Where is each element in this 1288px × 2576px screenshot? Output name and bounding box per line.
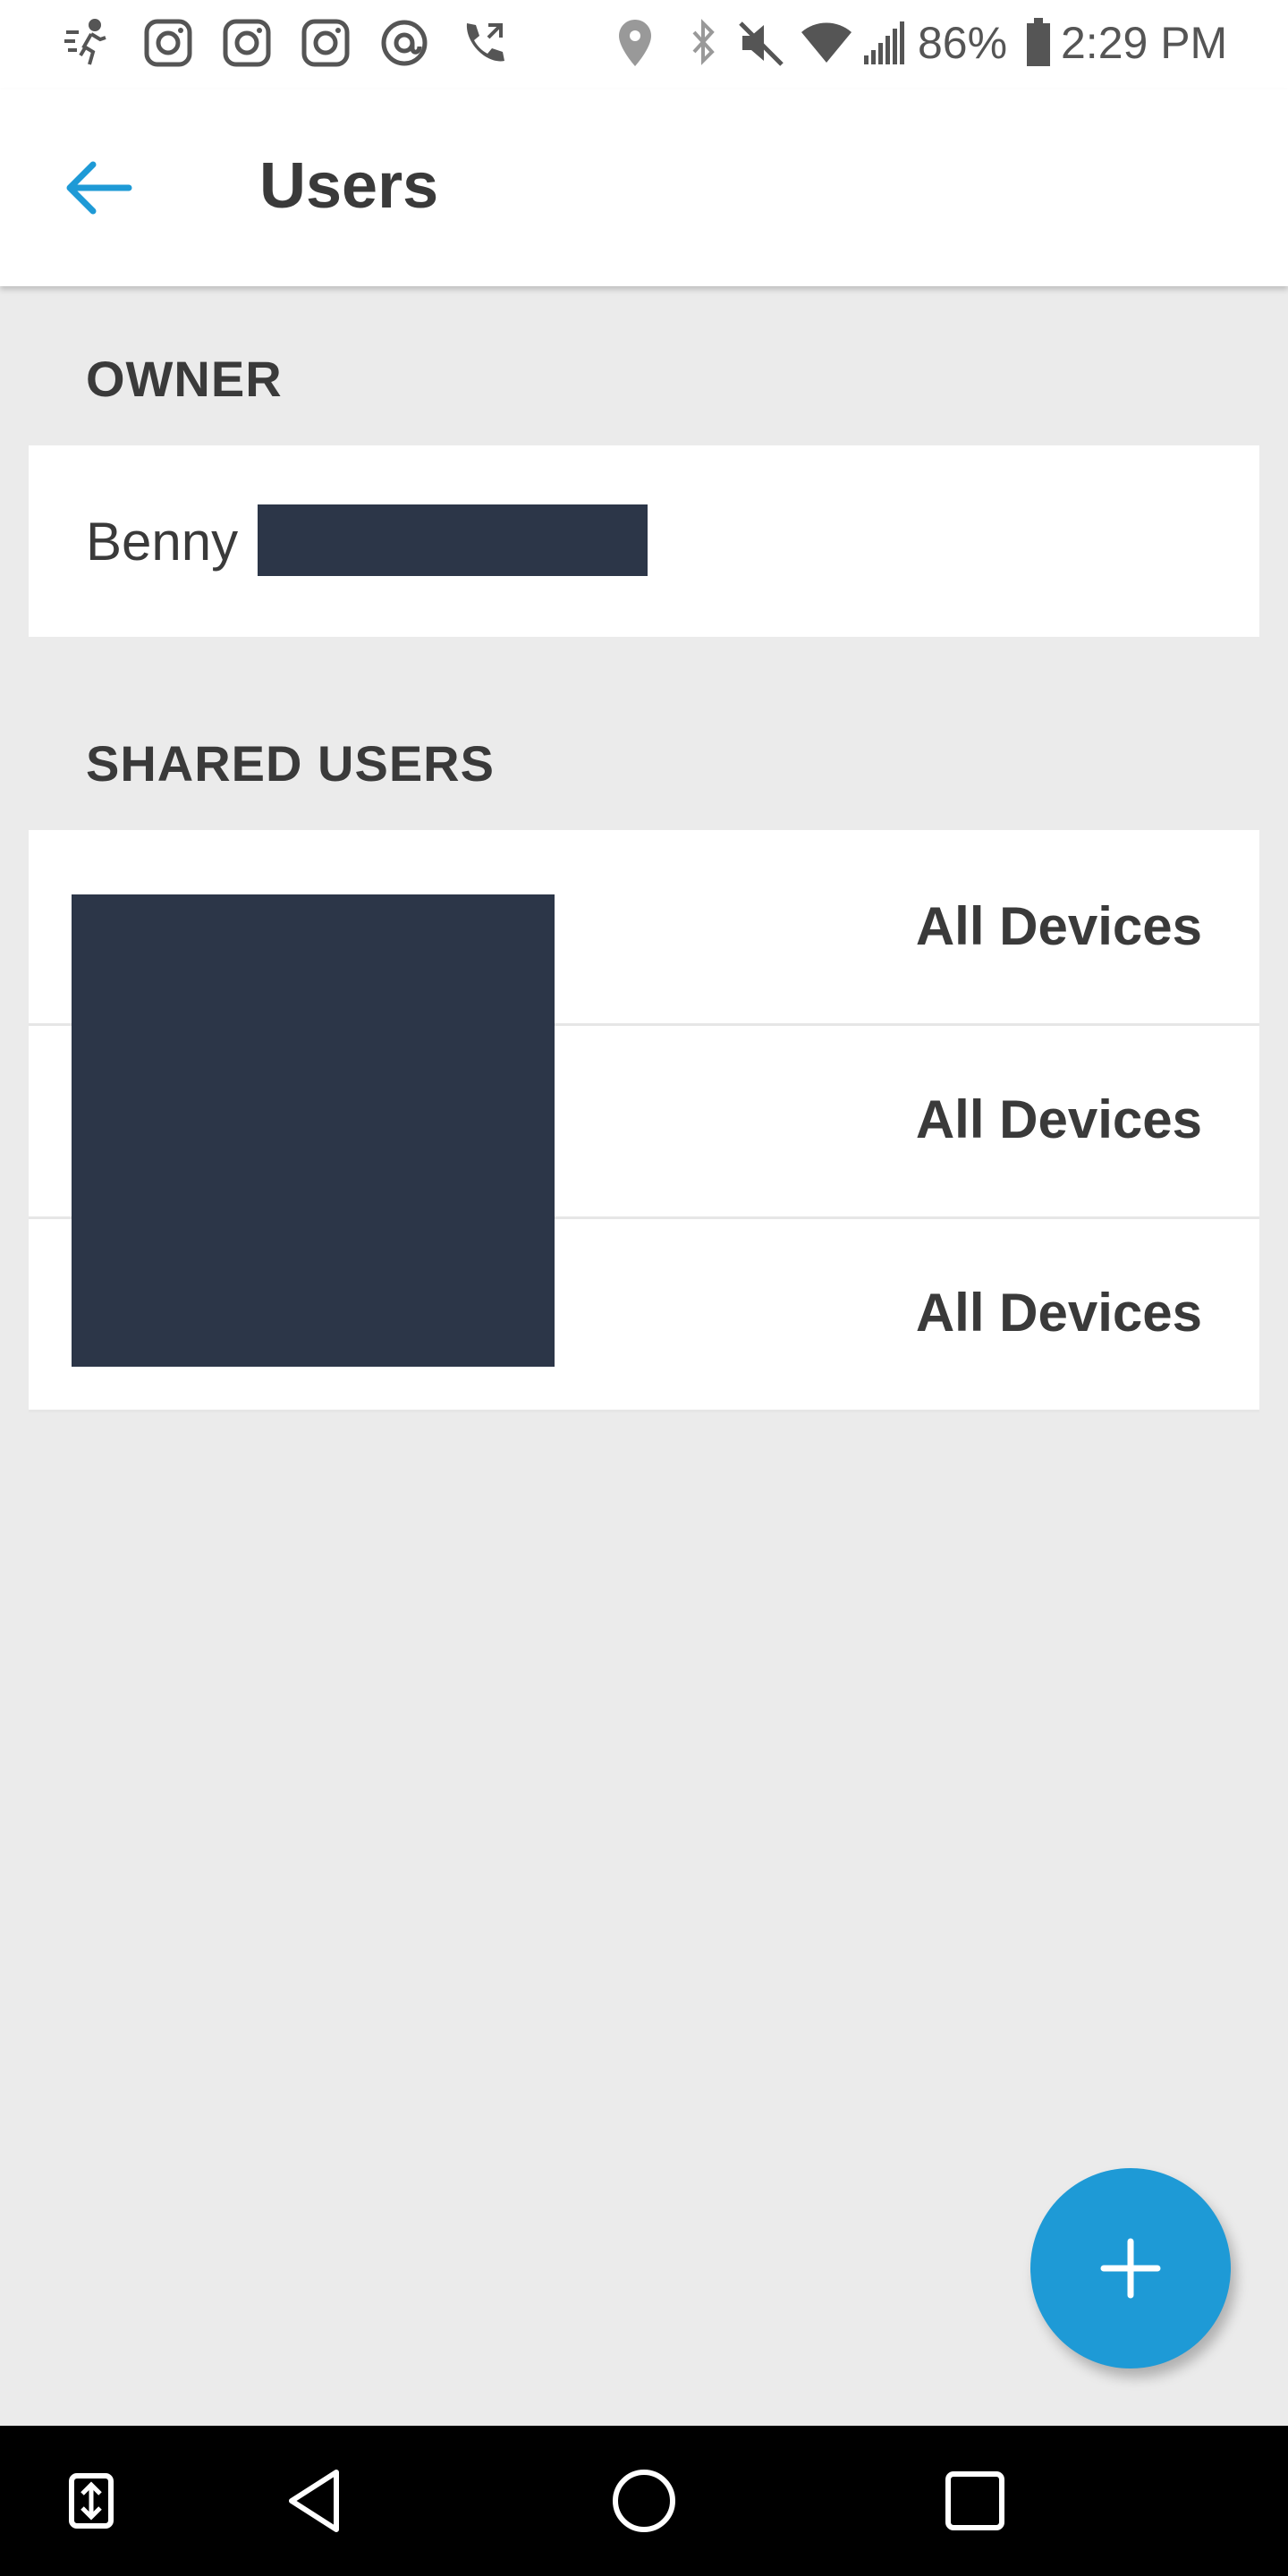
threads-icon	[381, 20, 428, 66]
redacted-surname	[258, 504, 648, 576]
battery-icon	[1027, 18, 1050, 66]
add-user-button[interactable]	[1030, 2168, 1231, 2368]
access-level: All Devices	[915, 1283, 1202, 1343]
call-forward-icon	[466, 23, 504, 62]
mute-icon	[739, 21, 784, 66]
instagram-icon	[223, 19, 271, 67]
location-icon	[619, 20, 651, 66]
arrow-left-icon	[66, 161, 132, 215]
screen-switch-icon	[69, 2473, 114, 2529]
instagram-icon	[144, 19, 192, 67]
home-button[interactable]	[599, 2456, 689, 2546]
access-level: All Devices	[915, 896, 1202, 956]
activity-icon	[64, 19, 106, 65]
bluetooth-icon	[692, 19, 715, 65]
clock: 2:29 PM	[1061, 18, 1228, 68]
back-icon	[289, 2470, 339, 2532]
battery-percent: 86%	[918, 18, 1008, 68]
shared-users-card: All Devices All Devices All Devices	[29, 830, 1259, 1412]
owner-card[interactable]: Benny	[29, 445, 1259, 637]
instagram-icon	[301, 19, 350, 67]
navigation-bar	[0, 2426, 1288, 2576]
access-level: All Devices	[915, 1089, 1202, 1149]
recents-button[interactable]	[930, 2456, 1020, 2546]
owner-section-header: OWNER	[86, 351, 283, 407]
home-icon	[613, 2470, 675, 2532]
redacted-user-names	[72, 894, 555, 1367]
status-bar: 86% 2:29 PM	[0, 0, 1288, 89]
page-title: Users	[259, 150, 439, 222]
recents-icon	[945, 2471, 1004, 2530]
back-button[interactable]	[54, 143, 143, 233]
plus-icon	[1100, 2238, 1161, 2299]
signal-icon	[864, 21, 904, 64]
app-bar: Users	[0, 89, 1288, 286]
screen-switch-button[interactable]	[47, 2456, 136, 2546]
owner-name: Benny	[86, 512, 239, 572]
nav-back-button[interactable]	[272, 2456, 361, 2546]
wifi-icon	[801, 22, 852, 63]
shared-users-section-header: SHARED USERS	[86, 735, 495, 792]
